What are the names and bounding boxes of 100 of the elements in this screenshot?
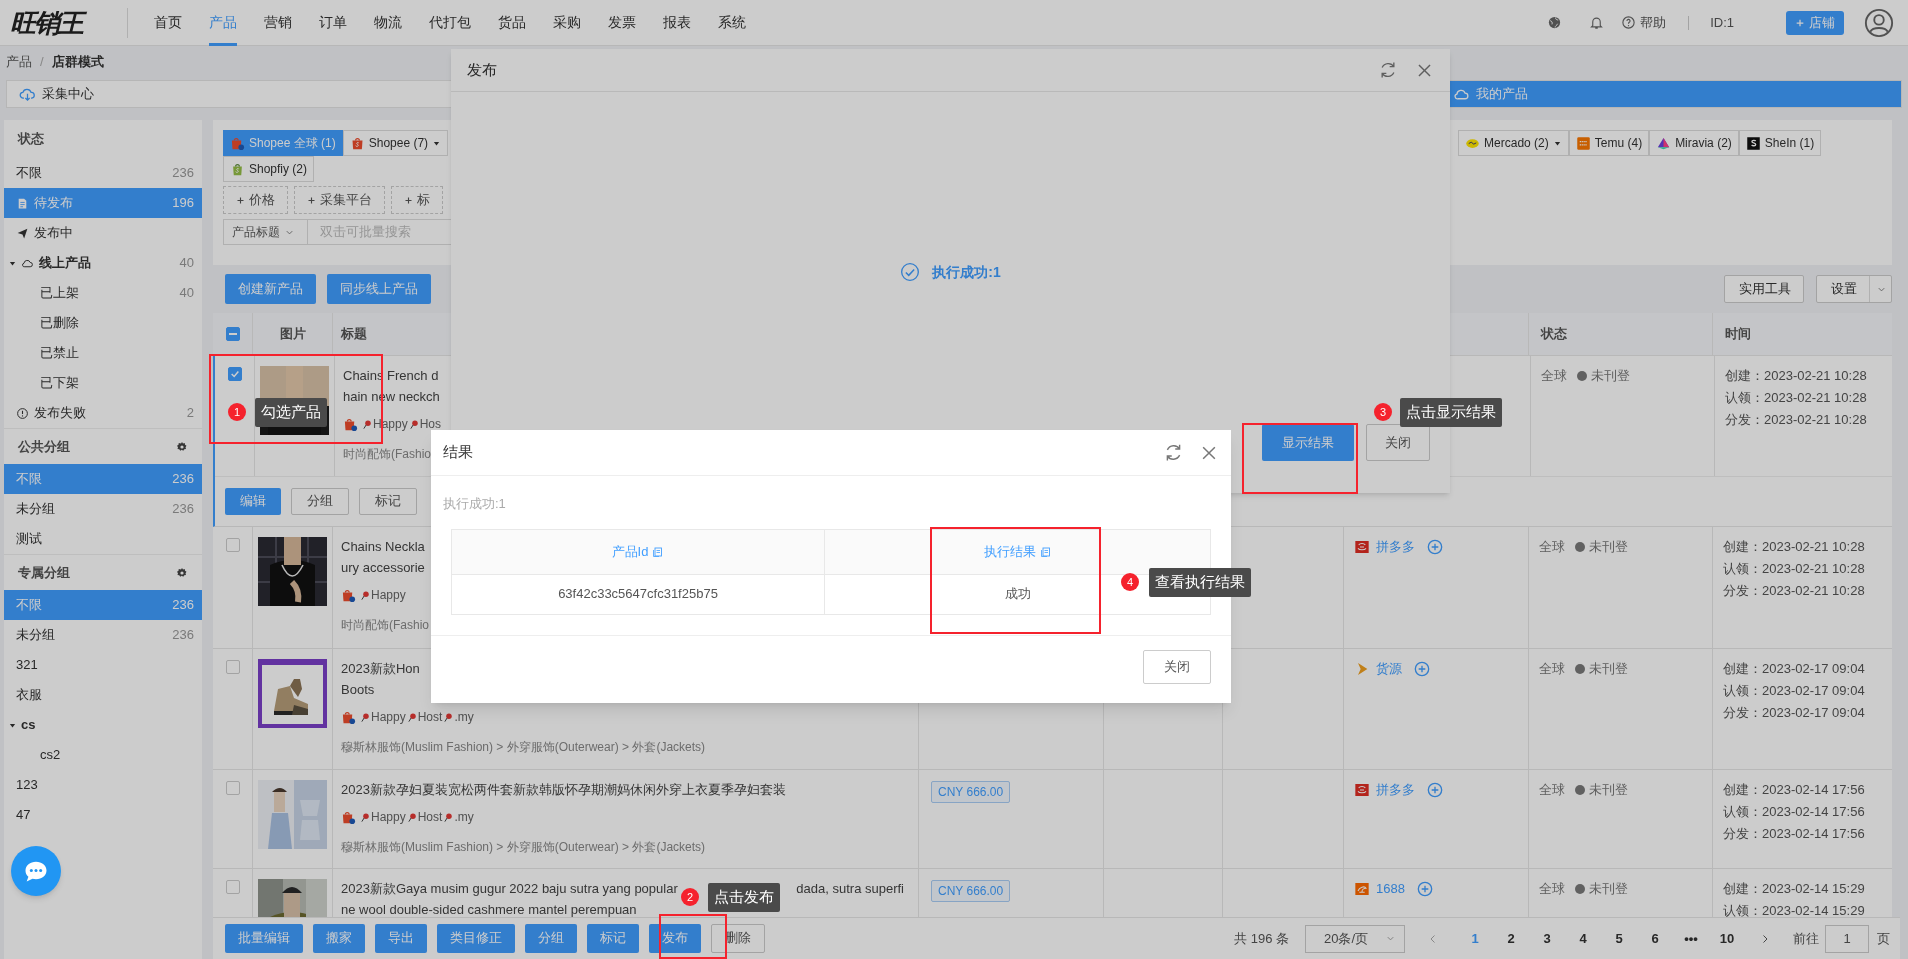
status-text: 未刊登 xyxy=(1591,367,1630,385)
sidebar-item[interactable]: 发布中 xyxy=(4,218,202,248)
sidebar-item[interactable]: 不限 236 xyxy=(4,158,202,188)
table-cell-text: 63f42c33c5647cfc31f25b75 xyxy=(558,585,718,604)
page-number[interactable]: 6 xyxy=(1637,928,1673,949)
region-text: 全球 xyxy=(1541,367,1567,385)
nav-tab[interactable]: 营销 xyxy=(264,0,292,46)
filter-chip[interactable]: 标 xyxy=(391,186,443,214)
column-header: 标题 xyxy=(341,325,367,344)
dialog-button[interactable]: 关闭 xyxy=(1366,424,1430,461)
page-number[interactable]: ••• xyxy=(1673,928,1709,949)
nav-tab[interactable]: 采购 xyxy=(553,0,581,46)
sidebar-item[interactable]: 47 xyxy=(4,800,202,830)
time-text: 分发：2023-02-14 17:56 xyxy=(1723,825,1866,843)
sidebar-item[interactable]: 已禁止 xyxy=(4,338,202,368)
section-title: 专属分组 xyxy=(18,563,70,582)
product-title[interactable]: dada, sutra superfi xyxy=(796,878,904,899)
breadcrumb-item[interactable]: 店群模式 xyxy=(51,52,104,72)
item-count: 40 xyxy=(179,254,194,273)
toolbar-button[interactable]: 实用工具 xyxy=(1724,275,1804,303)
page-number[interactable]: 5 xyxy=(1601,928,1637,949)
sidebar-item[interactable]: 发布失败 2 xyxy=(4,398,202,428)
breadcrumb-item[interactable]: 产品 xyxy=(6,52,32,72)
sidebar-item[interactable]: 已下架 xyxy=(4,368,202,398)
time-text: 认领：2023-02-21 10:28 xyxy=(1725,389,1868,407)
shop-tag: Happy xyxy=(371,708,406,726)
category-path: 穆斯林服饰(Muslim Fashion) > 外穿服饰(Outerwear) > 外套(Jackets) xyxy=(341,839,706,856)
platform-tab[interactable]: Shopee (7) xyxy=(342,130,449,156)
shop-tag: Host xyxy=(417,808,443,826)
nav-tab[interactable]: 订单 xyxy=(319,0,347,46)
item-count: 2 xyxy=(186,404,194,423)
goto-suffix: 页 xyxy=(1877,929,1890,948)
region-text: 全球 xyxy=(1539,538,1565,556)
nav-tab[interactable]: 系统 xyxy=(718,0,746,46)
product-title[interactable]: Chains Neckla xyxy=(341,536,425,557)
page-number[interactable]: 10 xyxy=(1709,928,1745,949)
user-id: ID:1 xyxy=(1710,13,1734,32)
product-title[interactable]: Boots xyxy=(341,679,375,700)
sidebar-item[interactable]: 线上产品 40 xyxy=(4,248,202,278)
platform-tab[interactable]: SheIn (1) xyxy=(1738,130,1822,156)
nav-tab[interactable]: 首页 xyxy=(154,0,182,46)
page-number[interactable]: 3 xyxy=(1529,928,1565,949)
time-text: 分发：2023-02-21 10:28 xyxy=(1723,582,1866,600)
region-text: 全球 xyxy=(1539,880,1565,898)
nav-tab[interactable]: 代打包 xyxy=(429,0,471,46)
sidebar-item[interactable]: cs xyxy=(4,710,202,740)
sidebar-item[interactable]: 未分组 236 xyxy=(4,620,202,650)
platform-tab[interactable]: Miravia (2) xyxy=(1649,130,1739,156)
view-tab[interactable]: 采集中心 xyxy=(7,81,467,107)
nav-tab[interactable]: 物流 xyxy=(374,0,402,46)
field-select[interactable]: 产品标题 xyxy=(223,219,308,245)
time-text: 创建：2023-02-14 15:29 xyxy=(1723,880,1866,898)
item-count: 40 xyxy=(179,284,194,303)
product-title[interactable]: ne wool double-sided cashmere mantel perempuan xyxy=(341,899,637,919)
platform-tab[interactable]: Temu (4) xyxy=(1568,130,1650,156)
page-size-select[interactable]: 20条/页 xyxy=(1305,924,1405,953)
sidebar-item[interactable]: 123 xyxy=(4,770,202,800)
page-input[interactable]: 1 xyxy=(1825,924,1869,953)
platform-tab[interactable]: Mercado (2) xyxy=(1458,130,1569,156)
sidebar-item[interactable]: 已删除 xyxy=(4,308,202,338)
row-action-button[interactable]: 标记 xyxy=(359,488,417,515)
item-count: 236 xyxy=(172,596,194,615)
filter-chip[interactable]: 采集平台 xyxy=(294,186,385,214)
sidebar-item[interactable]: 未分组 236 xyxy=(4,494,202,524)
sidebar-item[interactable]: 衣服 xyxy=(4,680,202,710)
section-title: 状态 xyxy=(18,130,44,149)
sidebar-item[interactable]: 测试 xyxy=(4,524,202,554)
status-text: 未刊登 xyxy=(1589,880,1628,898)
breadcrumb-separator: / xyxy=(40,53,44,72)
product-title[interactable]: 2023新款孕妇夏装宽松两件套新款韩版怀孕期潮妈休闲外穿上衣夏季孕妇套装 xyxy=(341,779,786,800)
category-path: 穆斯林服饰(Muslim Fashion) > 外穿服饰(Outerwear) > 外套(Jackets) xyxy=(341,739,706,756)
time-text: 认领：2023-02-21 10:28 xyxy=(1723,560,1866,578)
time-text: 认领：2023-02-17 09:04 xyxy=(1723,682,1866,700)
sidebar-item[interactable]: 321 xyxy=(4,650,202,680)
product-title[interactable]: 2023新款Hon xyxy=(341,658,420,679)
help-link[interactable]: 帮助 xyxy=(1640,12,1667,33)
row-action-button[interactable]: 分组 xyxy=(291,488,349,515)
tooltip: 查看执行结果 xyxy=(1149,568,1251,597)
nav-tab[interactable]: 发票 xyxy=(608,0,636,46)
sidebar-item[interactable]: cs2 xyxy=(4,740,202,770)
time-text: 创建：2023-02-17 09:04 xyxy=(1723,660,1866,678)
column-header: 状态 xyxy=(1541,325,1567,344)
column-header: 时间 xyxy=(1725,325,1751,344)
product-title[interactable]: ury accessorie xyxy=(341,557,425,578)
item-count: 236 xyxy=(172,164,194,183)
total-count: 共 196 条 xyxy=(1234,929,1289,948)
filter-chip[interactable]: 价格 xyxy=(223,186,288,214)
page-number[interactable]: 2 xyxy=(1493,928,1529,949)
dialog-title: 发布 xyxy=(467,59,497,80)
item-count: 236 xyxy=(172,500,194,519)
status-text: 未刊登 xyxy=(1589,538,1628,556)
sidebar-item[interactable]: 已上架 40 xyxy=(4,278,202,308)
status-text: 未刊登 xyxy=(1589,660,1628,678)
page-number[interactable]: 4 xyxy=(1565,928,1601,949)
toolbar-button[interactable]: 设置 xyxy=(1816,275,1892,303)
product-title[interactable]: 2023新款Gaya musim gugur 2022 baju sutra yang popular xyxy=(341,878,678,899)
nav-tab[interactable]: 报表 xyxy=(663,0,691,46)
close-button[interactable]: 关闭 xyxy=(1143,649,1211,684)
platform-tab[interactable]: Shopfiy (2) xyxy=(223,156,315,182)
nav-tab[interactable]: 货品 xyxy=(498,0,526,46)
